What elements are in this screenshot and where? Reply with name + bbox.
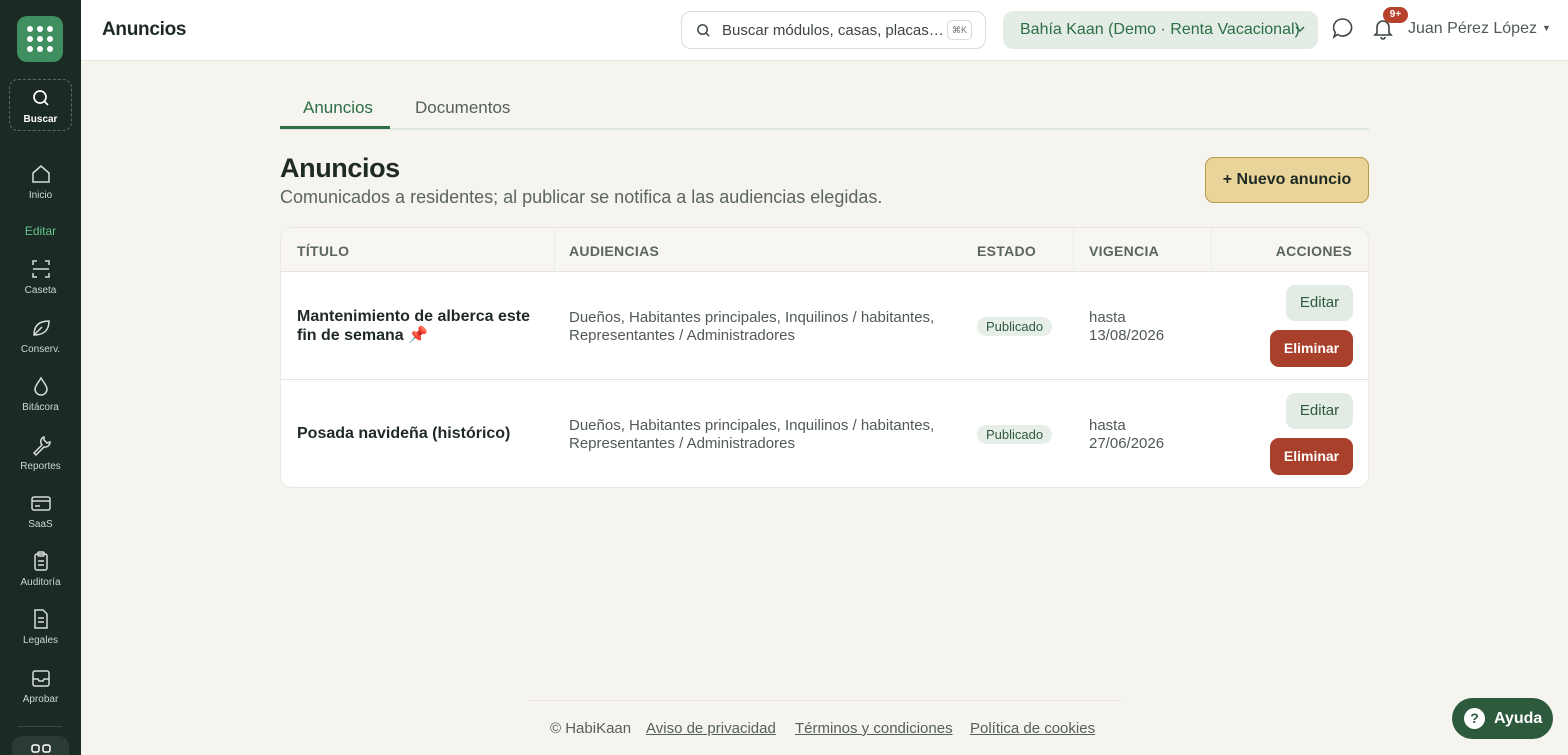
page-title: Anuncios [102,19,187,40]
table-row: Mantenimiento de alberca este fin de sem… [281,272,1368,380]
column-divider [1073,228,1074,272]
sidebar-item-auditoria[interactable]: Auditoría [0,550,81,588]
announcement-title[interactable]: Mantenimiento de alberca este fin de sem… [297,307,537,345]
footer-link-privacy[interactable]: Aviso de privacidad [646,720,776,737]
top-header: Anuncios Buscar módulos, casas, placas… … [81,0,1568,61]
organization-name: Bahía Kaan (Demo · Renta Vacacional) [1020,21,1300,38]
sidebar-item-label: Auditoría [20,577,61,588]
organization-select[interactable]: Bahía Kaan (Demo · Renta Vacacional) [1003,11,1318,49]
scan-icon [31,260,50,278]
search-shortcut: ⌘K [947,20,972,40]
sidebar-section-editar: Editar [24,224,57,238]
sidebar-more-button[interactable] [12,736,69,755]
tab-documentos[interactable]: Documentos [415,98,510,118]
section-subheading: Comunicados a residentes; al publicar se… [280,187,883,207]
sidebar: Buscar Inicio Editar Caseta Conserv. Bit… [0,0,81,755]
sidebar-item-bitacora[interactable]: Bitácora [0,375,81,413]
drop-icon [33,376,48,396]
sidebar-item-inicio[interactable]: Inicio [0,163,81,201]
announcement-validity: hasta 13/08/2026 [1089,309,1165,344]
sidebar-item-caseta[interactable]: Caseta [0,258,81,296]
tab-anuncios[interactable]: Anuncios [303,98,373,118]
column-header-validity: VIGENCIA [1089,243,1160,259]
sidebar-item-label: Caseta [24,285,57,296]
sidebar-item-label: Aprobar [22,694,59,705]
footer-link-terms[interactable]: Términos y condiciones [795,720,953,737]
chevron-down-icon [1295,26,1305,33]
inbox-icon [31,670,50,687]
sidebar-search-label: Buscar [23,114,58,125]
sidebar-item-aprobar[interactable]: Aprobar [0,667,81,705]
help-button[interactable]: ? Ayuda [1452,698,1553,739]
announcement-title[interactable]: Posada navideña (histórico) [297,424,537,443]
sidebar-item-label: Bitácora [22,402,59,413]
search-icon [697,24,710,37]
sidebar-divider [18,726,62,727]
sidebar-item-label: Legales [22,635,59,646]
status-badge: Publicado [977,317,1053,336]
announcement-validity: hasta 27/06/2026 [1089,417,1165,452]
sidebar-search-button[interactable]: Buscar [9,79,72,131]
sidebar-item-conserv[interactable]: Conserv. [0,317,81,355]
sidebar-item-legales[interactable]: Legales [0,608,81,646]
sidebar-item-reportes[interactable]: Reportes [0,434,81,472]
help-label: Ayuda [1494,710,1543,727]
delete-button[interactable]: Eliminar [1270,438,1353,475]
edit-button[interactable]: Editar [1286,393,1353,429]
table-row: Posada navideña (histórico) Dueños, Habi… [281,380,1368,487]
sidebar-item-label: Inicio [28,190,53,201]
section-tabs: Anuncios Documentos [280,92,1369,130]
announcement-audiences: Dueños, Habitantes principales, Inquilin… [569,309,935,344]
caret-down-icon: ▼ [1541,23,1551,33]
column-divider [1211,228,1212,272]
delete-button[interactable]: Eliminar [1270,330,1353,367]
leaf-icon [32,320,50,336]
notifications-badge: 9+ [1383,7,1408,23]
announcement-audiences: Dueños, Habitantes principales, Inquilin… [569,417,935,452]
question-icon: ? [1464,708,1485,729]
status-badge: Publicado [977,425,1053,444]
document-icon [33,609,48,629]
table-header: TÍTULO AUDIENCIAS ESTADO VIGENCIA ACCION… [281,228,1368,272]
sidebar-item-label: Conserv. [20,344,61,355]
search-icon [32,90,49,106]
home-icon [31,165,50,183]
section-heading: Anuncios [280,153,400,183]
edit-button[interactable]: Editar [1286,285,1353,321]
new-announcement-button[interactable]: + Nuevo anuncio [1205,157,1369,203]
column-divider [554,228,555,272]
user-name: Juan Pérez López [1408,20,1537,37]
active-tab-indicator [280,126,390,129]
grid-view-icon [30,744,51,753]
page-footer: © HabiKaan Aviso de privacidad Términos … [528,700,1121,755]
apps-grid-icon[interactable] [17,16,63,62]
user-menu[interactable]: Juan Pérez López ▼ [1408,20,1551,38]
clipboard-icon [33,551,48,571]
global-search-input[interactable]: Buscar módulos, casas, placas… ⌘K [681,11,986,49]
column-header-actions: ACCIONES [1275,243,1352,259]
column-header-audiences: AUDIENCIAS [569,243,660,259]
column-header-status: ESTADO [977,243,1037,259]
column-header-title: TÍTULO [297,243,350,259]
search-placeholder: Buscar módulos, casas, placas… [722,22,944,39]
announcements-table: TÍTULO AUDIENCIAS ESTADO VIGENCIA ACCION… [280,227,1369,488]
sidebar-item-label: Reportes [20,461,61,472]
sidebar-item-saas[interactable]: SaaS [0,492,81,530]
card-icon [30,496,51,511]
footer-copyright: © HabiKaan [550,720,632,737]
wrench-icon [32,435,51,456]
sidebar-item-label: SaaS [28,519,53,530]
footer-link-cookies[interactable]: Política de cookies [970,720,1095,737]
chat-icon[interactable] [1332,17,1354,39]
